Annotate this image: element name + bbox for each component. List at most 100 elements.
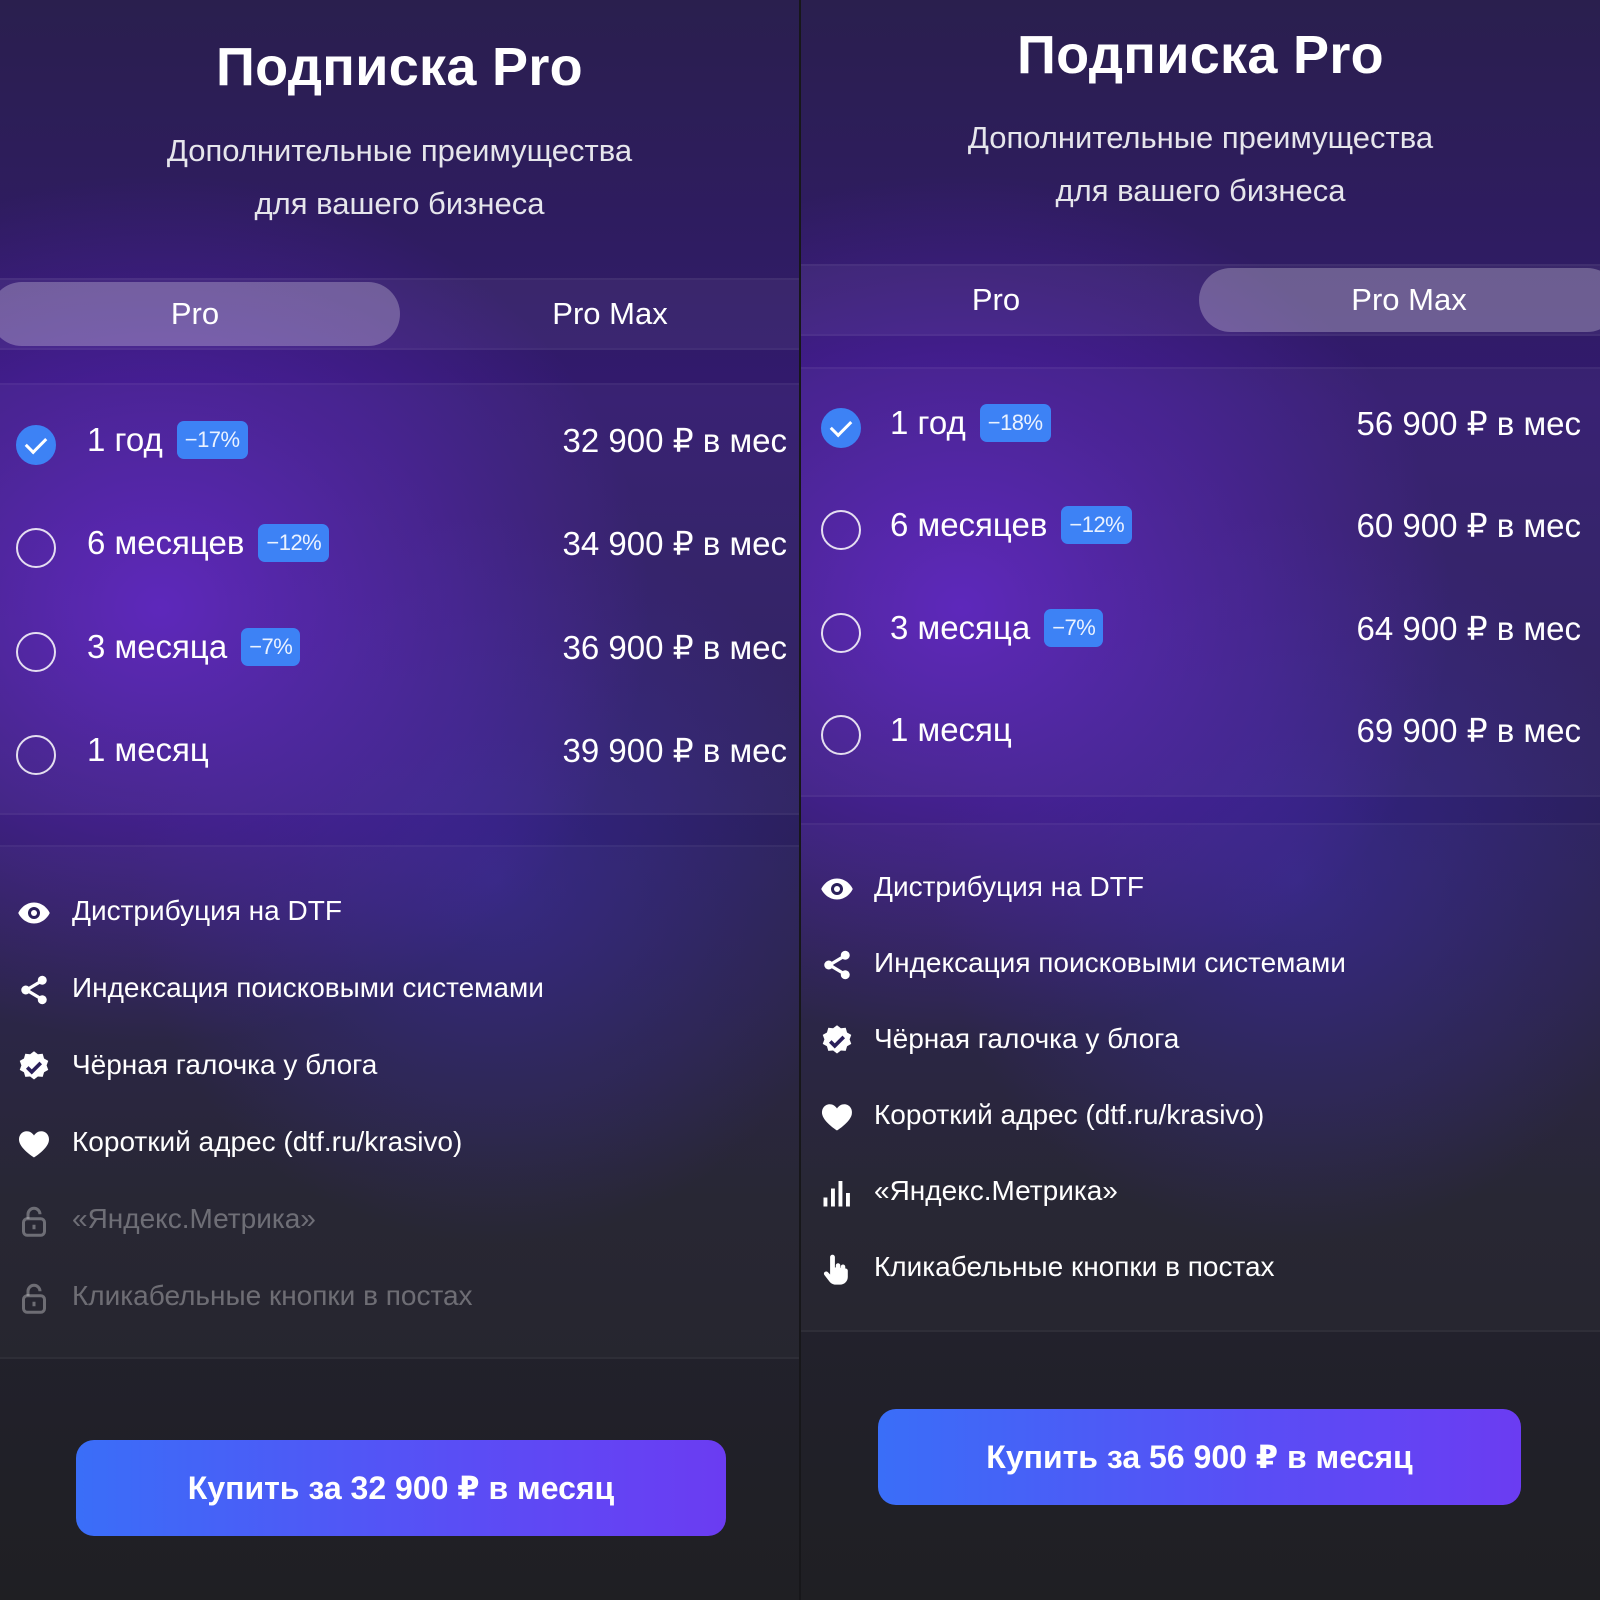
feature-list: Дистрибуция на DTF Индексация поисковыми… [801,823,1600,1332]
feature-item: «Яндекс.Метрика» [801,1167,1600,1217]
plan-label: 1 месяц [890,711,1012,749]
feature-item: Дистрибуция на DTF [801,863,1600,913]
radio-checked[interactable] [821,408,861,448]
radio-unchecked[interactable] [821,715,861,755]
plan-period: 3 месяца [890,609,1031,646]
discount-badge: −7% [1044,609,1104,647]
discount-badge: −12% [258,524,330,562]
plan-price: 69 900 ₽ в мес [1356,712,1581,749]
plan-list: 1 год −17% 32 900 ₽ в мес 6 месяцев −12%… [0,383,799,815]
eye-icon [821,878,853,900]
feature-item: Чёрная галочка у блога [801,1015,1600,1065]
buy-button[interactable]: Купить за 56 900 ₽ в месяц [878,1409,1521,1505]
plan-price: 34 900 ₽ в мес [562,525,787,562]
feature-item-locked: «Яндекс.Метрика» [0,1195,799,1245]
radio-unchecked[interactable] [16,528,56,568]
discount-badge: −12% [1061,506,1133,544]
heart-icon [19,1131,49,1158]
feature-item-locked: Кликабельные кнопки в постах [0,1272,799,1322]
feature-text: Дистрибуция на DTF [874,871,1144,902]
lock-icon [22,1206,46,1237]
plan-option-1-month[interactable]: 1 месяц 39 900 ₽ в мес [0,717,799,797]
plan-label: 1 месяц [87,731,209,769]
feature-item: Дистрибуция на DTF [0,887,799,937]
plan-label: 1 год −18% [890,404,1051,442]
plan-label: 6 месяцев −12% [890,506,1133,544]
plan-tabs: Pro Pro Max [0,278,799,350]
plan-period: 1 месяц [87,731,209,768]
plan-option-3-months[interactable]: 3 месяца −7% 64 900 ₽ в мес [801,595,1600,675]
plan-period: 6 месяцев [890,506,1048,543]
plan-tabs: Pro Pro Max [801,264,1600,336]
radio-unchecked[interactable] [16,632,56,672]
feature-list: Дистрибуция на DTF Индексация поисковыми… [0,845,799,1359]
plan-period: 6 месяцев [87,524,245,561]
share-icon [21,975,47,1005]
subtitle-line: для вашего бизнеса [1055,173,1346,208]
plan-label: 3 месяца −7% [87,628,301,666]
plan-option-1-month[interactable]: 1 месяц 69 900 ₽ в мес [801,697,1600,777]
pro-max-subscription-panel: Подписка Pro Дополнительные преимущества… [801,0,1600,1600]
feature-text: Индексация поисковыми системами [874,947,1346,978]
plan-price: 32 900 ₽ в мес [562,422,787,459]
subtitle-line: Дополнительные преимущества [166,133,633,168]
page-subtitle: Дополнительные преимущества для вашего б… [0,124,799,230]
radio-unchecked[interactable] [821,613,861,653]
page-title: Подписка Pro [1017,25,1384,85]
plan-label: 3 месяца −7% [890,609,1104,647]
plan-option-1-year[interactable]: 1 год −17% 32 900 ₽ в мес [0,407,799,487]
tab-pro[interactable]: Pro [801,268,1191,332]
verified-icon [19,1051,49,1080]
plan-price: 56 900 ₽ в мес [1356,405,1581,442]
feature-text: «Яндекс.Метрика» [874,1175,1118,1206]
pointer-hand-icon [823,1254,848,1285]
plan-option-6-months[interactable]: 6 месяцев −12% 34 900 ₽ в мес [0,510,799,590]
feature-text: Кликабельные кнопки в постах [72,1280,473,1311]
tab-pro[interactable]: Pro [0,282,400,346]
tab-pro-max[interactable]: Pro Max [410,282,799,346]
feature-text: «Яндекс.Метрика» [72,1203,316,1234]
page-subtitle: Дополнительные преимущества для вашего б… [801,111,1600,217]
feature-text: Чёрная галочка у блога [874,1023,1180,1054]
plan-period: 1 месяц [890,711,1012,748]
share-icon [824,950,850,980]
feature-text: Короткий адрес (dtf.ru/krasivo) [72,1126,463,1157]
plan-list: 1 год −18% 56 900 ₽ в мес 6 месяцев −12%… [801,367,1600,797]
buy-button[interactable]: Купить за 32 900 ₽ в месяц [76,1440,726,1536]
tab-pro-max[interactable]: Pro Max [1199,268,1600,332]
plan-period: 3 месяца [87,628,228,665]
feature-text: Индексация поисковыми системами [72,972,544,1003]
feature-item: Короткий адрес (dtf.ru/krasivo) [801,1091,1600,1141]
plan-option-3-months[interactable]: 3 месяца −7% 36 900 ₽ в мес [0,614,799,694]
heart-icon [822,1104,852,1131]
feature-text: Чёрная галочка у блога [72,1049,378,1080]
plan-price: 36 900 ₽ в мес [562,629,787,666]
feature-text: Короткий адрес (dtf.ru/krasivo) [874,1099,1265,1130]
plan-label: 6 месяцев −12% [87,524,330,562]
discount-badge: −7% [241,628,301,666]
feature-item: Индексация поисковыми системами [0,964,799,1014]
feature-item: Индексация поисковыми системами [801,939,1600,989]
plan-label: 1 год −17% [87,421,248,459]
discount-badge: −18% [979,404,1051,442]
verified-icon [822,1025,852,1054]
feature-text: Дистрибуция на DTF [72,895,342,926]
radio-unchecked[interactable] [16,735,56,775]
plan-period: 1 год [890,404,966,441]
bar-chart-icon [823,1181,850,1207]
feature-item: Чёрная галочка у блога [0,1041,799,1091]
lock-icon [22,1283,46,1314]
plan-price: 39 900 ₽ в мес [562,732,787,769]
subtitle-line: для вашего бизнеса [254,186,545,221]
radio-checked[interactable] [16,425,56,465]
pro-subscription-panel: Подписка Pro Дополнительные преимущества… [0,0,799,1600]
plan-option-6-months[interactable]: 6 месяцев −12% 60 900 ₽ в мес [801,492,1600,572]
plan-period: 1 год [87,421,163,458]
plan-option-1-year[interactable]: 1 год −18% 56 900 ₽ в мес [801,390,1600,470]
radio-unchecked[interactable] [821,510,861,550]
feature-item: Кликабельные кнопки в постах [801,1243,1600,1293]
feature-item: Короткий адрес (dtf.ru/krasivo) [0,1118,799,1168]
page-title: Подписка Pro [216,37,583,97]
discount-badge: −17% [176,421,248,459]
eye-icon [18,902,50,924]
